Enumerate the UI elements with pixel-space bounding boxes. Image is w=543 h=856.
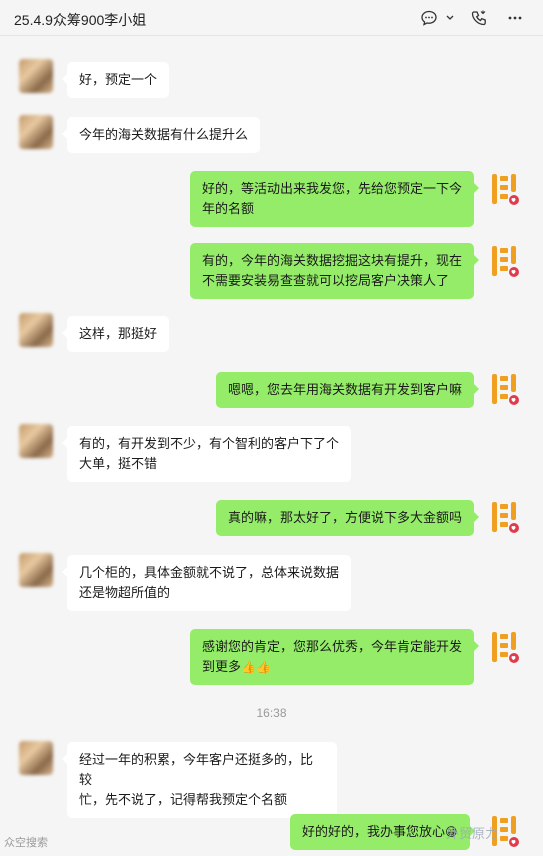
thumbs-up-emoji: 👍👍 bbox=[241, 660, 271, 674]
chat-bubble-icon[interactable] bbox=[420, 9, 438, 27]
contact-avatar[interactable] bbox=[19, 424, 53, 458]
message-timestamp: 16:38 bbox=[256, 706, 287, 720]
my-avatar[interactable] bbox=[491, 244, 521, 280]
watermark-right: 外贸原力 bbox=[446, 826, 499, 841]
message-bubble-received: 好，预定一个 bbox=[61, 62, 170, 98]
message-bubble-received: 这样，那挺好 bbox=[61, 316, 170, 352]
message-bubble-sent: 好的，等活动出来我发您，先给您预定一下今 年的名额 bbox=[190, 171, 479, 227]
my-avatar[interactable] bbox=[491, 372, 521, 408]
message-text-line: 感谢您的肯定，您那么优秀，今年肯定能开发 bbox=[202, 639, 463, 654]
chevron-down-icon[interactable] bbox=[441, 9, 454, 27]
message-bubble-sent: 真的嘛，那太好了，方便说下多大金额吗 bbox=[216, 500, 480, 536]
message-text-line: 不需要安装易查查就可以挖局客户决策人了 bbox=[202, 273, 450, 288]
message-text-line: 年的名额 bbox=[202, 201, 255, 216]
chat-title: 25.4.9众筹900李小姐 bbox=[14, 12, 147, 28]
my-avatar[interactable] bbox=[491, 630, 521, 666]
message-text-line: 经过一年的积累，今年客户还挺多的，比较 bbox=[79, 752, 314, 787]
phone-icon[interactable] bbox=[470, 9, 488, 27]
message-bubble-received: 经过一年的积累，今年客户还挺多的，比较 忙，先不说了，记得帮我预定个名额 bbox=[62, 742, 337, 818]
message-bubble-received: 今年的海关数据有什么提升么 bbox=[61, 117, 261, 153]
message-text: 这样，那挺好 bbox=[79, 326, 158, 341]
message-text-line: 有的，有开发到不少，有个智利的客户下了个 bbox=[79, 436, 340, 451]
message-text-line: 好的，等活动出来我发您，先给您预定一下今 bbox=[202, 181, 463, 196]
message-text-line: 有的，今年的海关数据挖掘这块有提升，现在 bbox=[202, 253, 463, 268]
message-text: 真的嘛，那太好了，方便说下多大金额吗 bbox=[228, 510, 463, 525]
my-avatar[interactable] bbox=[491, 172, 521, 208]
my-avatar[interactable] bbox=[491, 500, 521, 536]
message-bubble-received: 几个柜的，具体金额就不说了，总体来说数据 还是物超所值的 bbox=[62, 555, 351, 611]
message-text-line: 还是物超所值的 bbox=[79, 585, 171, 600]
message-text: 好，预定一个 bbox=[79, 72, 158, 87]
message-bubble-sent: 好的好的，我办事您放心😁 bbox=[290, 814, 475, 850]
watermark-left: 众空搜索 bbox=[4, 837, 48, 849]
contact-avatar[interactable] bbox=[19, 553, 53, 587]
message-bubble-sent: 嗯嗯，您去年用海关数据有开发到客户嘛 bbox=[216, 372, 480, 408]
message-bubble-received: 有的，有开发到不少，有个智利的客户下了个 大单，挺不错 bbox=[62, 426, 351, 482]
message-bubble-sent: 有的，今年的海关数据挖掘这块有提升，现在 不需要安装易查查就可以挖局客户决策人了 bbox=[190, 243, 479, 299]
contact-avatar[interactable] bbox=[19, 741, 53, 775]
message-text: 今年的海关数据有什么提升么 bbox=[79, 127, 249, 142]
message-text-line: 到更多 bbox=[202, 659, 242, 674]
message-text-line: 大单，挺不错 bbox=[79, 456, 158, 471]
message-text-line: 忙，先不说了，记得帮我预定个名额 bbox=[79, 792, 288, 807]
message-text: 嗯嗯，您去年用海关数据有开发到客户嘛 bbox=[228, 382, 463, 397]
contact-avatar[interactable] bbox=[19, 313, 53, 347]
message-text-line: 几个柜的，具体金额就不说了，总体来说数据 bbox=[79, 565, 340, 580]
chat-title-bar: 25.4.9众筹900李小姐 bbox=[0, 0, 543, 36]
message-bubble-sent: 感谢您的肯定，您那么优秀，今年肯定能开发 到更多👍👍 bbox=[190, 629, 479, 685]
message-text: 好的好的，我办事您放心 bbox=[302, 824, 446, 839]
contact-avatar[interactable] bbox=[19, 59, 53, 93]
more-icon[interactable] bbox=[506, 9, 524, 27]
contact-avatar[interactable] bbox=[19, 115, 53, 149]
